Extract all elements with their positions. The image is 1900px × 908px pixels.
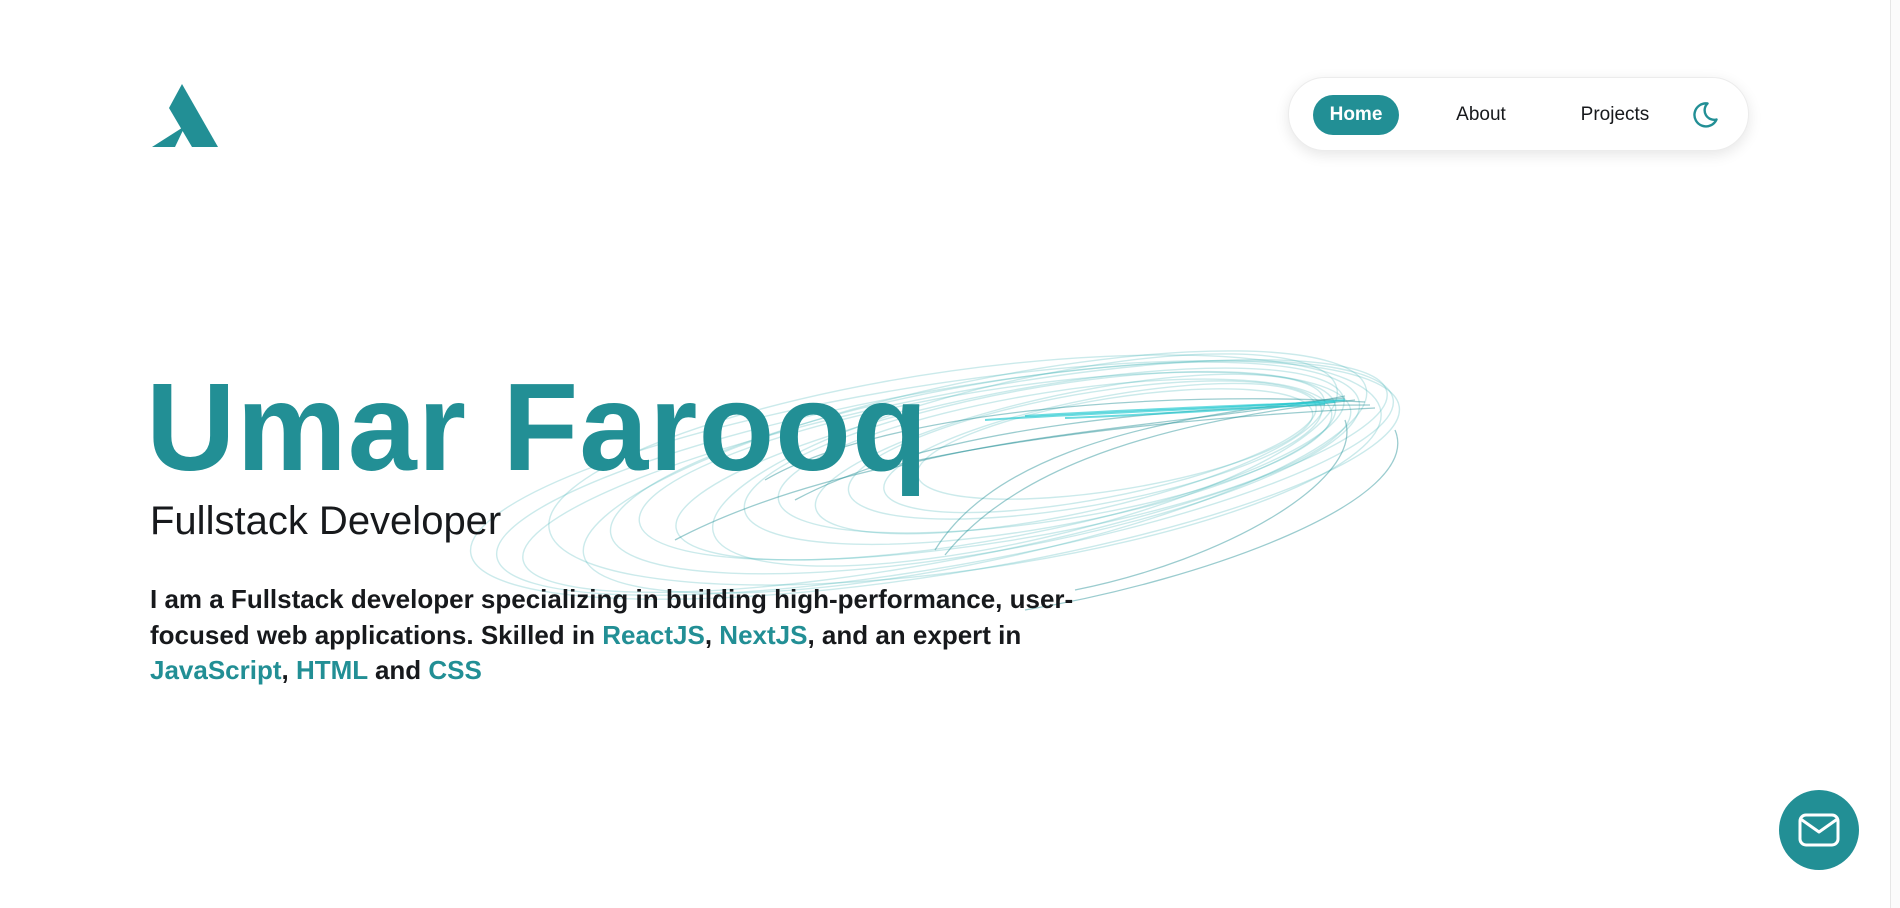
portfolio-page: Home About Projects Umar Farooq Fullstac…	[0, 0, 1900, 908]
mail-icon	[1798, 813, 1840, 847]
skill-html: HTML	[295, 655, 368, 685]
skill-javascript: JavaScript	[150, 655, 282, 685]
moon-icon	[1693, 102, 1718, 128]
nav-item-about[interactable]: About	[1446, 95, 1516, 135]
nav-item-projects[interactable]: Projects	[1571, 95, 1659, 135]
hero-description-separator: ,	[281, 655, 296, 685]
hero-description-text: and	[367, 655, 429, 685]
letter-a-logo-icon[interactable]	[152, 84, 218, 149]
skill-reactjs: ReactJS	[602, 619, 705, 650]
main-navigation: Home About Projects	[1288, 77, 1749, 151]
contact-mail-button[interactable]	[1779, 790, 1859, 870]
skill-css: CSS	[428, 655, 482, 685]
theme-toggle-button[interactable]	[1690, 100, 1720, 130]
hero-description-separator: ,	[704, 619, 720, 650]
skill-nextjs: NextJS	[719, 619, 808, 650]
nav-item-home[interactable]: Home	[1313, 95, 1399, 135]
hero-name: Umar Farooq	[146, 359, 929, 497]
hero-description: I am a Fullstack developer specializing …	[150, 582, 1100, 689]
hero-description-text: , and an expert in	[807, 619, 1022, 650]
hero-role: Fullstack Developer	[150, 499, 502, 543]
page-scrollbar[interactable]	[1890, 0, 1900, 908]
